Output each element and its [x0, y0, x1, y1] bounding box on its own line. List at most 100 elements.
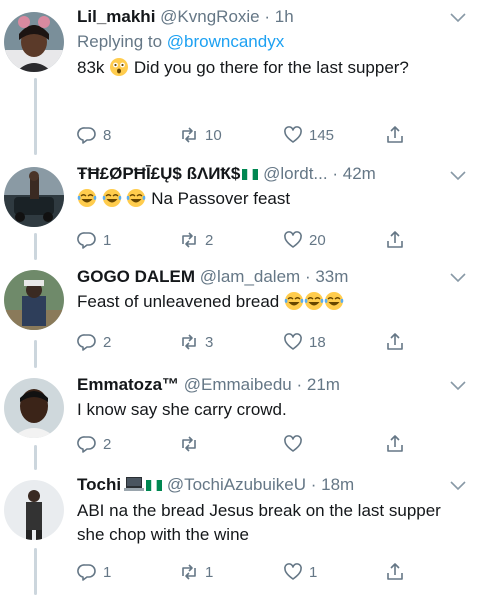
chevron-down-icon[interactable] — [450, 481, 466, 491]
retweet-button[interactable]: 2 — [179, 228, 213, 252]
tweet[interactable]: GOGO DALEM @lam_dalem · 33m Feast of unl… — [0, 260, 480, 368]
nigeria-flag-icon — [242, 169, 259, 180]
display-name[interactable]: Lil_makhi — [77, 7, 155, 26]
handle[interactable]: @lam_dalem — [200, 267, 300, 286]
share-icon — [387, 435, 403, 452]
share-icon — [387, 126, 403, 143]
like-button[interactable] — [283, 432, 309, 456]
display-name[interactable]: Tochi — [77, 475, 121, 494]
retweet-button[interactable]: 3 — [179, 330, 213, 354]
laptop-icon — [124, 475, 145, 497]
share-icon — [387, 333, 403, 350]
heart-icon — [284, 563, 302, 580]
timestamp[interactable]: 33m — [315, 267, 348, 286]
replying-to: Replying to @browncandyx — [77, 30, 470, 54]
separator-dot: · — [264, 7, 271, 26]
avatar[interactable] — [4, 480, 64, 540]
tweet[interactable]: Emmatoza™ @Emmaibedu · 21m I know say sh… — [0, 368, 480, 470]
reply-icon — [77, 127, 96, 144]
share-button[interactable] — [385, 228, 405, 252]
retweet-icon — [182, 436, 196, 452]
reply-icon — [77, 334, 96, 351]
like-button[interactable]: 18 — [283, 330, 326, 354]
reply-button[interactable]: 1 — [77, 228, 111, 252]
tweet-text: 83k Did you go there for the last supper… — [77, 56, 470, 80]
tears-of-joy-icon — [126, 188, 146, 208]
heart-icon — [284, 435, 302, 452]
reply-count: 8 — [103, 126, 112, 144]
share-icon — [387, 231, 403, 248]
retweet-icon — [182, 232, 196, 248]
tweet-text: ABI na the bread Jesus break on the last… — [77, 499, 470, 547]
chevron-down-icon[interactable] — [450, 273, 466, 283]
handle[interactable]: @TochiAzubuikeU — [167, 475, 306, 494]
tweet-text-part: Na Passover feast — [151, 189, 291, 208]
retweet-icon — [182, 334, 196, 350]
reply-count: 1 — [103, 563, 112, 581]
display-name[interactable]: ŦĦ£ØPĦĪ£Ų$ ßΛИҞ$ — [77, 164, 240, 183]
retweet-count: 1 — [205, 563, 214, 581]
chevron-down-icon[interactable] — [450, 13, 466, 23]
tears-of-joy-icon — [324, 291, 344, 311]
display-name[interactable]: GOGO DALEM — [77, 267, 195, 286]
timestamp[interactable]: 21m — [307, 375, 340, 394]
separator-dot: · — [304, 267, 311, 286]
replying-to-label: Replying to — [77, 32, 167, 51]
mention-link[interactable]: @browncandyx — [167, 32, 284, 51]
retweet-count: 10 — [205, 126, 222, 144]
handle[interactable]: @KvngRoxie — [160, 7, 259, 26]
heart-icon — [284, 231, 302, 248]
avatar[interactable] — [4, 270, 64, 330]
retweet-count: 2 — [205, 231, 214, 249]
handle[interactable]: @Emmaibedu — [184, 375, 292, 394]
tweet-text-part: Did you go there for the last supper? — [133, 58, 409, 77]
share-button[interactable] — [385, 560, 405, 584]
tears-of-joy-icon — [102, 188, 122, 208]
reply-count: 2 — [103, 333, 112, 351]
timestamp[interactable]: 42m — [343, 164, 376, 183]
chevron-down-icon[interactable] — [450, 171, 466, 181]
like-button[interactable]: 1 — [283, 560, 317, 584]
reply-button[interactable]: 8 — [77, 123, 111, 147]
retweet-button[interactable]: 1 — [179, 560, 213, 584]
avatar[interactable] — [4, 167, 64, 227]
separator-dot: · — [310, 475, 317, 494]
separator-dot: · — [296, 375, 303, 394]
timestamp[interactable]: 1h — [275, 7, 294, 26]
like-count: 1 — [309, 563, 318, 581]
retweet-button[interactable]: 10 — [179, 123, 222, 147]
reply-button[interactable]: 2 — [77, 330, 111, 354]
display-name[interactable]: Emmatoza™ — [77, 375, 179, 394]
tears-of-joy-icon — [304, 291, 324, 311]
separator-dot: · — [332, 164, 338, 183]
avatar[interactable] — [4, 12, 64, 72]
nigeria-flag-icon — [146, 480, 163, 491]
retweet-button[interactable] — [179, 432, 205, 456]
like-button[interactable]: 145 — [283, 123, 334, 147]
tweet[interactable]: Lil_makhi @KvngRoxie · 1h Replying to @b… — [0, 0, 480, 155]
tweet-text-part: 83k — [77, 58, 105, 77]
chevron-down-icon[interactable] — [450, 381, 466, 391]
reply-icon — [77, 232, 96, 249]
heart-icon — [284, 333, 302, 350]
share-button[interactable] — [385, 432, 405, 456]
like-count: 18 — [309, 333, 326, 351]
retweet-icon — [182, 127, 196, 143]
share-button[interactable] — [385, 123, 405, 147]
tweet[interactable]: ŦĦ£ØPĦĪ£Ų$ ßΛИҞ$ @lordt... · 42m Na Pass… — [0, 155, 480, 260]
avatar[interactable] — [4, 378, 64, 438]
tweet-text-part: Feast of unleavened bread — [77, 292, 280, 311]
reply-count: 1 — [103, 231, 112, 249]
tweet[interactable]: Tochi @TochiAzubuikeU · 18m ABI na the b… — [0, 470, 480, 595]
timestamp[interactable]: 18m — [321, 475, 354, 494]
like-button[interactable]: 20 — [283, 228, 326, 252]
retweet-count: 3 — [205, 333, 214, 351]
tears-of-joy-icon — [77, 188, 97, 208]
reply-button[interactable]: 1 — [77, 560, 111, 584]
share-button[interactable] — [385, 330, 405, 354]
reply-count: 2 — [103, 435, 112, 453]
tears-of-joy-icon — [284, 291, 304, 311]
astonished-face-icon — [109, 57, 129, 77]
handle[interactable]: @lordt... — [263, 164, 328, 183]
reply-button[interactable]: 2 — [77, 432, 111, 456]
